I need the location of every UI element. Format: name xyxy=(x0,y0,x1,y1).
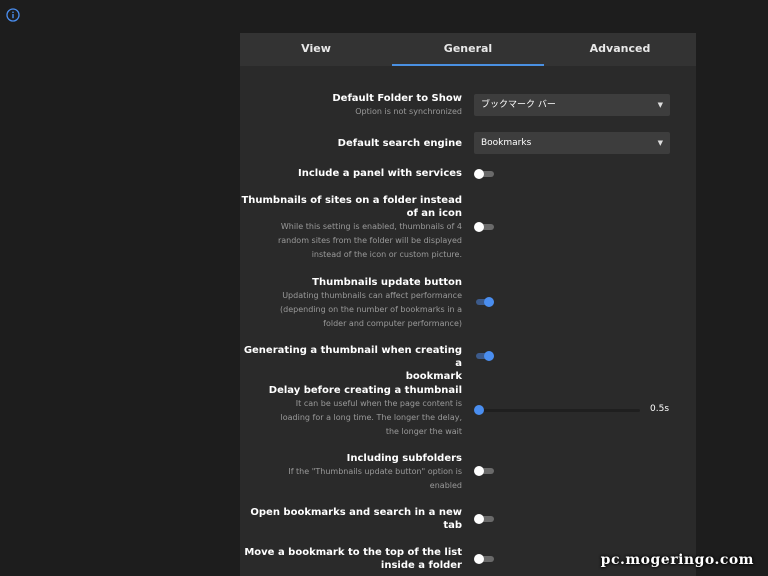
setting-description: instead of the icon or custom picture. xyxy=(311,250,462,259)
select-value: Bookmarks xyxy=(481,138,532,148)
subfolders-toggle[interactable] xyxy=(474,466,494,476)
setting-label: tab xyxy=(443,520,462,531)
setting-label: Include a panel with services xyxy=(297,168,462,179)
setting-label: Including subfolders xyxy=(346,453,462,464)
settings-panel: View General Advanced Default Folder to … xyxy=(240,33,696,576)
caret-down-icon: ▼ xyxy=(657,101,663,109)
search-engine-select[interactable]: Bookmarks ▼ xyxy=(474,132,670,154)
move-top-toggle[interactable] xyxy=(474,554,494,564)
setting-label: of an icon xyxy=(406,208,462,219)
caret-down-icon: ▼ xyxy=(657,139,663,147)
setting-description: Updating thumbnails can affect performan… xyxy=(282,291,462,300)
setting-description: folder and computer performance) xyxy=(323,319,462,328)
tab-general[interactable]: General xyxy=(392,33,544,66)
setting-label: Open bookmarks and search in a new xyxy=(250,507,462,518)
setting-label: Thumbnails update button xyxy=(312,277,462,288)
slider-thumb[interactable] xyxy=(474,405,484,415)
setting-label: Default search engine xyxy=(337,138,462,149)
setting-description: enabled xyxy=(429,481,462,490)
setting-label: Delay before creating a thumbnail xyxy=(268,385,462,396)
info-icon[interactable] xyxy=(6,8,20,22)
setting-description: random sites from the folder will be dis… xyxy=(277,236,462,245)
thumb-on-create-toggle[interactable] xyxy=(474,351,494,361)
setting-description: While this setting is enabled, thumbnail… xyxy=(280,222,462,231)
delay-slider[interactable] xyxy=(474,405,640,415)
tab-advanced[interactable]: Advanced xyxy=(544,33,696,66)
folder-thumbnails-toggle[interactable] xyxy=(474,222,494,232)
setting-description: loading for a long time. The longer the … xyxy=(280,413,462,422)
default-folder-select[interactable]: ブックマーク バー ▼ xyxy=(474,94,670,116)
setting-label: Move a bookmark to the top of the list xyxy=(244,547,462,558)
setting-description: the longer the wait xyxy=(385,427,462,436)
setting-description: (depending on the number of bookmarks in… xyxy=(280,305,462,314)
setting-description: Option is not synchronized xyxy=(355,107,462,116)
setting-description: It can be useful when the page content i… xyxy=(295,399,462,408)
select-value: ブックマーク バー xyxy=(481,100,556,110)
setting-label: inside a folder xyxy=(380,560,462,571)
update-button-toggle[interactable] xyxy=(474,297,494,307)
tab-bar: View General Advanced xyxy=(240,33,696,66)
setting-label: Thumbnails of sites on a folder instead xyxy=(241,195,462,206)
setting-label: Default Folder to Show xyxy=(332,93,462,104)
services-panel-toggle[interactable] xyxy=(474,169,494,179)
page-root: View General Advanced Default Folder to … xyxy=(0,0,768,576)
slider-rail xyxy=(474,409,640,412)
site-watermark: pc.mogeringo.com xyxy=(600,552,754,568)
tab-view[interactable]: View xyxy=(240,33,392,66)
delay-value: 0.5s xyxy=(650,404,670,414)
setting-label: bookmark xyxy=(405,371,462,382)
setting-label: Generating a thumbnail when creating a xyxy=(243,345,462,369)
setting-description: If the "Thumbnails update button" option… xyxy=(288,467,462,476)
new-tab-toggle[interactable] xyxy=(474,514,494,524)
